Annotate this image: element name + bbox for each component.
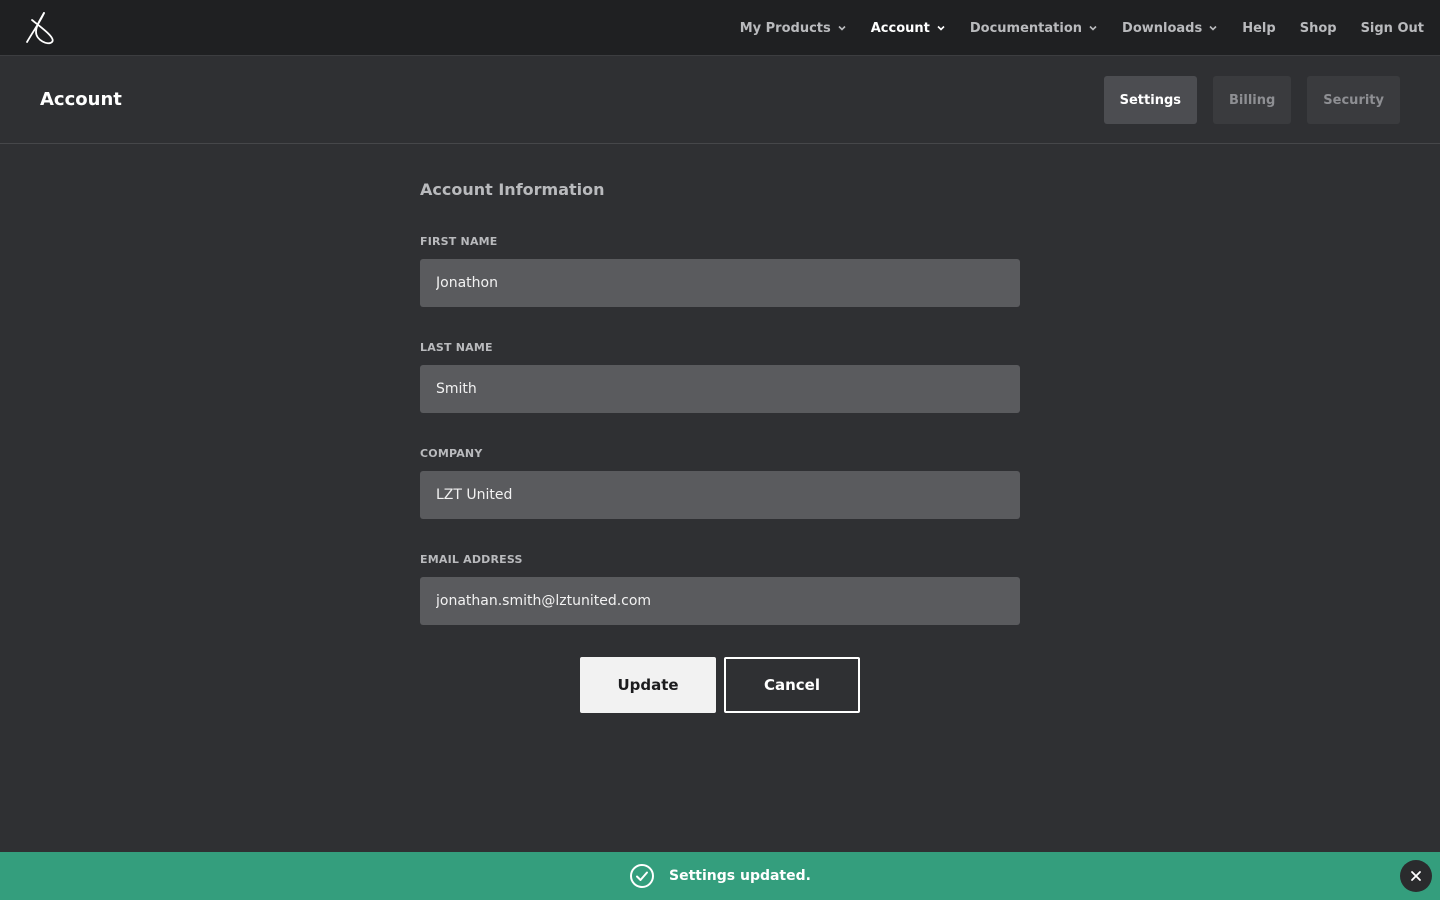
- nav-item-my-products[interactable]: My Products: [740, 21, 847, 36]
- update-button[interactable]: Update: [580, 657, 716, 713]
- chevron-down-icon: [1209, 25, 1217, 31]
- nav-item-label: My Products: [739, 20, 831, 36]
- toast-close-button[interactable]: [1400, 860, 1432, 892]
- email-field[interactable]: [420, 577, 1020, 625]
- first-name-label: FIRST NAME: [420, 235, 498, 248]
- nav-item-label: Account: [870, 20, 930, 36]
- toast-message: Settings updated.: [669, 868, 811, 884]
- last-name-field[interactable]: [420, 365, 1020, 413]
- top-navigation: My Products Account Documentation Downlo…: [0, 0, 1440, 56]
- section-title: Account Information: [420, 180, 605, 199]
- chevron-down-icon: [838, 25, 846, 31]
- nav-item-documentation[interactable]: Documentation: [970, 21, 1098, 36]
- brand-logo-icon[interactable]: [22, 10, 58, 46]
- tab-billing[interactable]: Billing: [1213, 76, 1292, 124]
- tab-settings[interactable]: Settings: [1103, 76, 1197, 124]
- company-label: COMPANY: [420, 447, 483, 460]
- form-actions: Update Cancel: [420, 657, 1020, 713]
- first-name-field[interactable]: [420, 259, 1020, 307]
- nav-item-label: Downloads: [1122, 20, 1203, 36]
- nav-item-label: Documentation: [969, 20, 1083, 36]
- nav-item-label: Sign Out: [1360, 20, 1424, 36]
- success-toast: Settings updated.: [0, 852, 1440, 900]
- nav-item-label: Shop: [1299, 20, 1337, 36]
- nav-item-shop[interactable]: Shop: [1300, 21, 1337, 36]
- account-information-form: Account Information FIRST NAME LAST NAME…: [420, 180, 1020, 713]
- company-field[interactable]: [420, 471, 1020, 519]
- nav-item-label: Help: [1242, 20, 1276, 36]
- page-header: Account Settings Billing Security: [0, 57, 1440, 144]
- nav-item-help[interactable]: Help: [1242, 21, 1275, 36]
- nav-item-downloads[interactable]: Downloads: [1122, 21, 1218, 36]
- chevron-down-icon: [937, 25, 945, 31]
- email-label: EMAIL ADDRESS: [420, 553, 523, 566]
- nav-item-account[interactable]: Account: [871, 21, 946, 36]
- account-tabs: Settings Billing Security: [1088, 76, 1400, 124]
- nav-menu: My Products Account Documentation Downlo…: [716, 0, 1424, 56]
- chevron-down-icon: [1089, 25, 1097, 31]
- cancel-button[interactable]: Cancel: [724, 657, 860, 713]
- check-circle-icon: [630, 864, 655, 888]
- last-name-label: LAST NAME: [420, 341, 493, 354]
- close-icon: [1411, 871, 1421, 881]
- tab-security[interactable]: Security: [1307, 76, 1400, 124]
- page-title: Account: [40, 89, 122, 110]
- nav-item-sign-out[interactable]: Sign Out: [1361, 21, 1424, 36]
